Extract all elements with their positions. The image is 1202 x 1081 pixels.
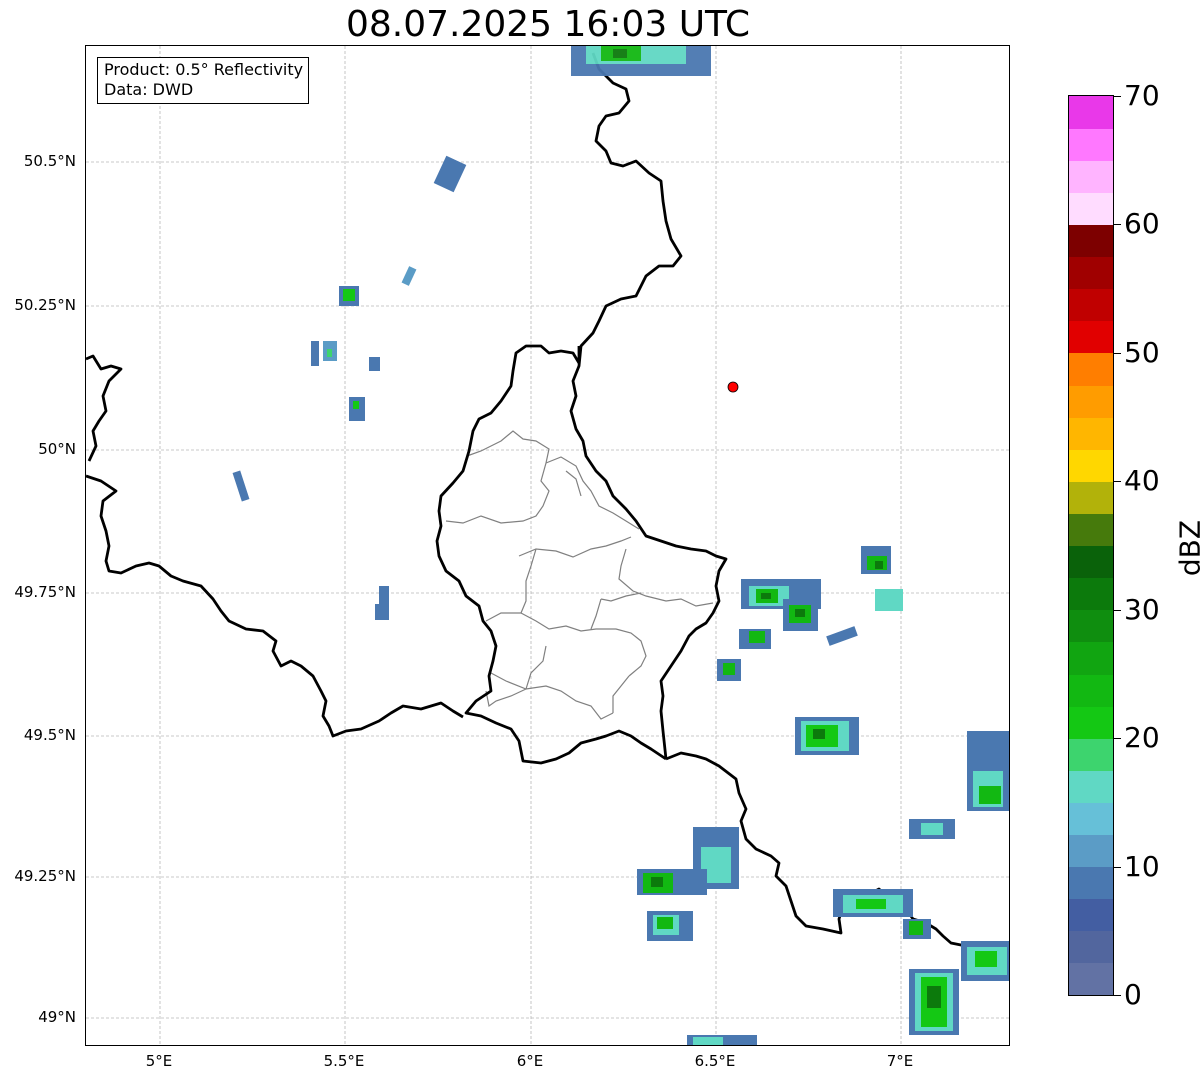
echo-cell: [401, 266, 417, 286]
lat-tick-label: 49.5°N: [23, 726, 76, 744]
echo-cell: [861, 546, 891, 574]
colorbar-tick-label: 50: [1124, 335, 1160, 369]
colorbar-segment: [1069, 417, 1113, 450]
colorbar-tick: [1114, 995, 1121, 996]
colorbar-tick-label: 0: [1124, 977, 1142, 1011]
lon-tick-label: 7°E: [886, 1052, 914, 1070]
colorbar-segment: [1069, 673, 1113, 707]
country-borders: [86, 52, 1009, 951]
colorbar-segment: [1069, 160, 1113, 193]
colorbar-tick-label: 60: [1124, 206, 1160, 240]
colorbar-tick-label: 20: [1124, 720, 1160, 754]
echo-cell: [311, 341, 337, 366]
colorbar-tick: [1114, 353, 1121, 354]
lon-tick-label: 6°E: [516, 1052, 544, 1070]
colorbar-tick-label: 30: [1124, 592, 1160, 626]
district-boundaries: [445, 430, 714, 720]
colorbar-segment: [1069, 770, 1113, 803]
lat-tick-label: 49.75°N: [14, 583, 76, 601]
echo-cell: [339, 286, 359, 306]
colorbar-segment: [1069, 898, 1113, 932]
echo-cell: [637, 827, 739, 895]
colorbar-segment: [1069, 834, 1113, 868]
map-canvas: [86, 46, 1009, 1045]
colorbar-segment: [1069, 128, 1113, 161]
echo-cell: [349, 397, 365, 421]
echo-cell: [571, 46, 711, 76]
echo-cell: [961, 941, 1009, 981]
data-source-label: Data: DWD: [104, 80, 194, 99]
colorbar-segment: [1069, 256, 1113, 290]
colorbar-segment: [1069, 352, 1113, 386]
lat-tick-label: 50.25°N: [14, 296, 76, 314]
colorbar-tick: [1114, 738, 1121, 739]
colorbar-segment: [1069, 802, 1113, 836]
colorbar-tick-label: 40: [1124, 463, 1160, 497]
colorbar-tick: [1114, 96, 1121, 97]
lon-tick-label: 6.5°E: [694, 1052, 736, 1070]
colorbar-segment: [1069, 930, 1113, 964]
echo-cell: [741, 579, 821, 631]
lat-tick-label: 49.25°N: [14, 867, 76, 885]
colorbar-segment: [1069, 481, 1113, 514]
lon-tick-label: 5°E: [145, 1052, 173, 1070]
colorbar-segment: [1069, 513, 1113, 547]
echo-cell: [647, 911, 693, 941]
colorbar-segment: [1069, 449, 1113, 482]
colorbar-tick-label: 70: [1124, 78, 1160, 112]
echo-cell: [833, 889, 931, 939]
colorbar-segment: [1069, 320, 1113, 354]
colorbar-segment: [1069, 962, 1113, 995]
radar-map[interactable]: [85, 45, 1010, 1046]
colorbar-segment: [1069, 384, 1113, 418]
radar-echoes: [232, 46, 1009, 1045]
echo-cell: [826, 626, 858, 646]
lat-tick-label: 49°N: [38, 1008, 76, 1026]
lat-tick-label: 50.5°N: [23, 152, 76, 170]
echo-cell: [433, 155, 467, 193]
lon-tick-label: 5.5°E: [323, 1052, 365, 1070]
echo-cell: [375, 586, 389, 620]
echo-cell: [909, 969, 959, 1035]
colorbar-tick: [1114, 867, 1121, 868]
colorbar-segment: [1069, 224, 1113, 258]
echo-cell: [967, 731, 1009, 811]
map-title: 08.07.2025 16:03 UTC: [345, 4, 751, 45]
radar-site-marker[interactable]: [727, 381, 739, 393]
colorbar-segment: [1069, 96, 1113, 129]
echo-cell: [739, 629, 771, 649]
colorbar-unit-label: dBZ: [1173, 519, 1202, 577]
colorbar-segment: [1069, 706, 1113, 739]
echo-cell: [875, 589, 903, 611]
echo-cell: [369, 357, 380, 371]
colorbar-tick: [1114, 481, 1121, 482]
colorbar-segment: [1069, 866, 1113, 900]
colorbar-segment: [1069, 641, 1113, 675]
echo-cell: [687, 1035, 757, 1045]
colorbar-tick: [1114, 610, 1121, 611]
echo-cell: [232, 470, 250, 502]
colorbar-segment: [1069, 738, 1113, 771]
product-info-box: Product: 0.5° Reflectivity Data: DWD: [97, 57, 310, 104]
echo-cell: [909, 819, 955, 839]
product-label: Product: 0.5° Reflectivity: [104, 60, 304, 79]
echo-cell: [717, 659, 741, 681]
colorbar-segment: [1069, 288, 1113, 322]
echo-cell: [795, 717, 859, 755]
colorbar-segment: [1069, 545, 1113, 579]
colorbar-segment: [1069, 609, 1113, 643]
colorbar-tick-label: 10: [1124, 849, 1160, 883]
colorbar-tick: [1114, 224, 1121, 225]
lat-tick-label: 50°N: [38, 440, 76, 458]
reflectivity-colorbar: [1068, 95, 1114, 996]
colorbar-segment: [1069, 577, 1113, 611]
colorbar-segment: [1069, 192, 1113, 226]
